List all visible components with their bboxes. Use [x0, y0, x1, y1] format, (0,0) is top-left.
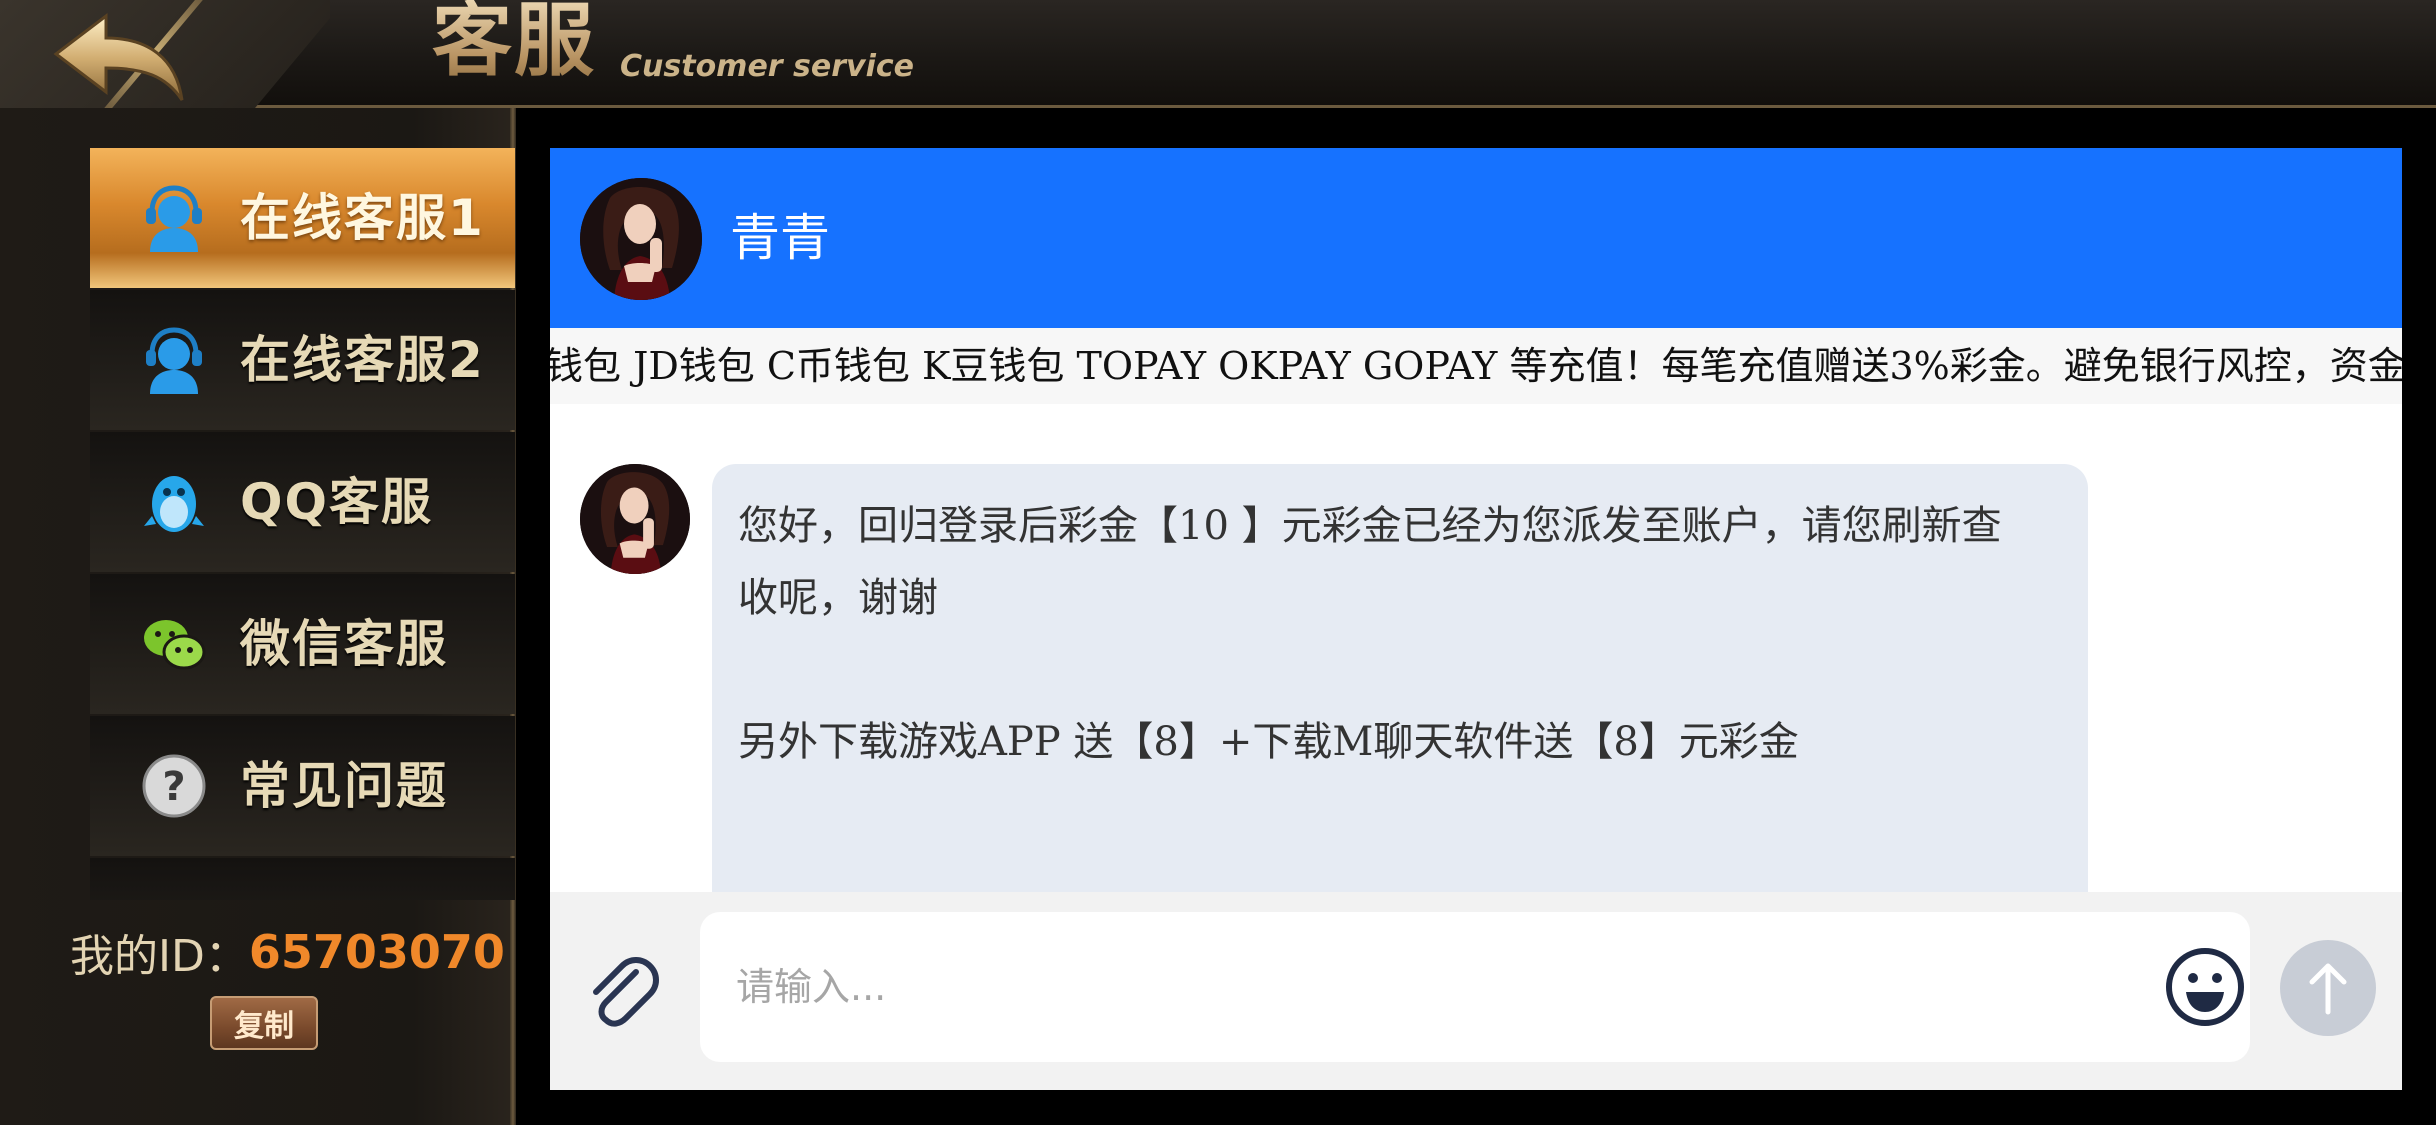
- sidebar-item-label: 在线客服2: [240, 331, 485, 389]
- agent-name: 青青: [730, 209, 830, 267]
- page-title-en: Customer service: [620, 49, 914, 84]
- back-button[interactable]: [48, 10, 188, 106]
- headset-agent-icon: [138, 182, 210, 254]
- back-arrow-icon: [53, 12, 184, 101]
- sidebar-item-label: 微信客服: [240, 615, 448, 673]
- sidebar-item-label: 在线客服1: [240, 189, 485, 247]
- smiley-icon: [2166, 948, 2244, 1026]
- input-bar: [550, 892, 2402, 1090]
- sidebar-item-faq[interactable]: ? 常见问题: [90, 716, 515, 856]
- sidebar-item-online-service-1[interactable]: 在线客服1: [90, 148, 515, 288]
- headset-agent-icon: [138, 324, 210, 396]
- announcement-marquee: 钱包 JD钱包 C币钱包 K豆钱包 TOPAY OKPAY GOPAY 等充值！…: [550, 328, 2402, 404]
- message-line: 另外下载游戏APP 送【8】+下载M聊天软件送【8】元彩金: [738, 719, 1799, 765]
- paperclip-icon: [593, 957, 659, 1027]
- chat-panel: 青青 钱包 JD钱包 C币钱包 K豆钱包 TOPAY OKPAY GOPAY 等…: [550, 148, 2402, 1090]
- sidebar-item-label: 常见问题: [240, 757, 448, 815]
- emoji-button[interactable]: [2162, 944, 2248, 1030]
- my-id-value: 65703070: [248, 925, 505, 979]
- sidebar-item-wechat-service[interactable]: 微信客服: [90, 574, 515, 714]
- chat-header: 青青: [550, 148, 2402, 328]
- question-mark-icon: ?: [138, 750, 210, 822]
- arrow-up-icon: [2309, 963, 2347, 1015]
- sidebar-item-feedback[interactable]: 意见反馈: [90, 858, 515, 900]
- agent-avatar[interactable]: [580, 178, 702, 300]
- wechat-icon: [138, 608, 210, 680]
- my-id-label: 我的ID：: [70, 931, 249, 982]
- message-line: 收呢，谢谢: [738, 575, 938, 621]
- message-input[interactable]: [700, 912, 2250, 1062]
- app-root: 客服 Customer service 在线客服1 在线客服2 QQ客服 微信客…: [0, 0, 2436, 1125]
- sidebar-item-label: QQ客服: [240, 473, 434, 531]
- attach-button[interactable]: [580, 950, 666, 1036]
- sidebar-item-label: 意见反馈: [240, 858, 448, 900]
- svg-text:?: ?: [162, 764, 185, 810]
- sidebar-item-online-service-2[interactable]: 在线客服2: [90, 290, 515, 430]
- send-button[interactable]: [2280, 940, 2376, 1036]
- message-line: 您好，回归登录后彩金【10 】元彩金已经为您派发至账户，请您刷新查: [738, 503, 2002, 549]
- sidebar-item-qq-service[interactable]: QQ客服: [90, 432, 515, 572]
- page-title: 客服 Customer service: [432, 0, 914, 92]
- my-id-row: 我的ID： 65703070: [70, 922, 505, 982]
- page-title-cn: 客服: [432, 0, 596, 92]
- message-avatar[interactable]: [580, 464, 690, 574]
- announcement-text: 钱包 JD钱包 C币钱包 K豆钱包 TOPAY OKPAY GOPAY 等充值！…: [550, 344, 2402, 388]
- sidebar-menu[interactable]: 在线客服1 在线客服2 QQ客服 微信客服 ? 常见问题: [90, 148, 515, 900]
- copy-id-button[interactable]: 复制: [210, 996, 318, 1050]
- top-header: [0, 0, 2436, 108]
- feedback-icon: [138, 892, 210, 900]
- qq-penguin-icon: [138, 466, 210, 538]
